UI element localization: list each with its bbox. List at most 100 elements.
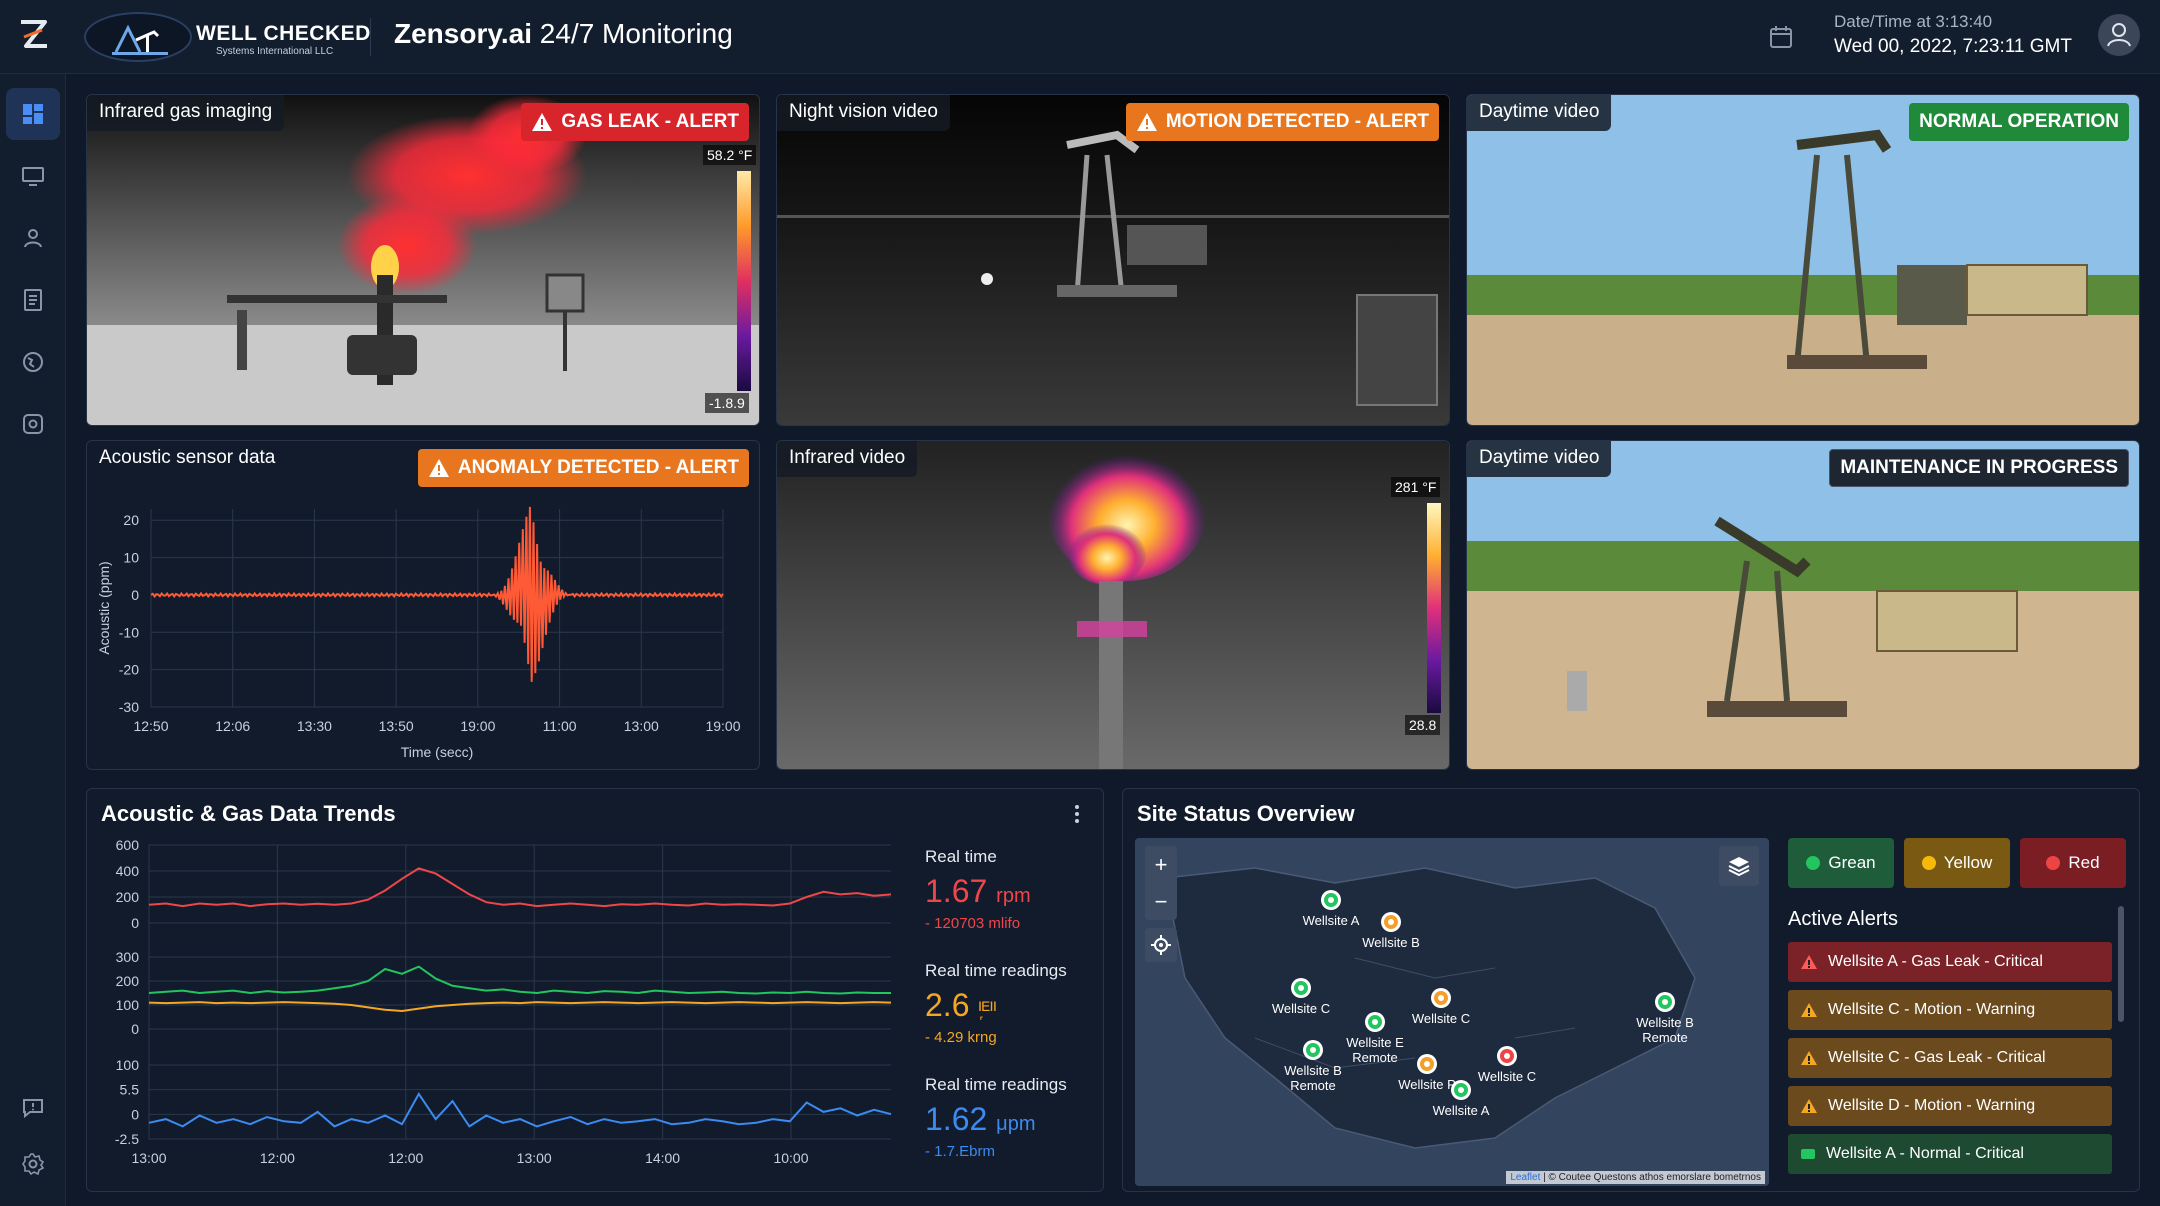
- alert-text: Wellsite C - Gas Leak - Critical: [1828, 1049, 2046, 1066]
- maintenance-badge[interactable]: MAINTENANCE IN PROGRESS: [1829, 449, 2129, 487]
- user-avatar[interactable]: [2098, 14, 2140, 56]
- map-pin[interactable]: [1364, 1011, 1386, 1033]
- layers-icon: [1728, 857, 1750, 877]
- crosshair-icon: [1151, 935, 1171, 955]
- map-pin[interactable]: [1496, 1045, 1518, 1067]
- alert-row[interactable]: Wellsite D - Motion - Warning: [1788, 1086, 2112, 1126]
- scale-max: 58.2 °F: [703, 145, 757, 165]
- infrared-video-feed: [777, 441, 1449, 769]
- map-pin-label: Wellsite A: [1302, 913, 1360, 928]
- top-header: WELL CHECKED Systems International LLC Z…: [0, 0, 2160, 74]
- zensory-logo-icon[interactable]: [18, 16, 50, 56]
- reading-value-1: 1.67 rpm: [925, 873, 1031, 910]
- camera-infrared-video[interactable]: Infrared video 281 °F 28.8: [776, 440, 1450, 770]
- map-pin[interactable]: [1290, 977, 1312, 999]
- well-checked-logo: WELL CHECKED Systems International LLC: [84, 10, 370, 64]
- acoustic-sensor-panel: Acoustic sensor data ANOMALY DETECTED - …: [86, 440, 760, 770]
- x-tick-label: 13:30: [297, 718, 332, 734]
- legend-green-button[interactable]: Grean: [1788, 838, 1894, 888]
- legend-red-button[interactable]: Red: [2020, 838, 2126, 888]
- x-tick-label: 12:00: [260, 1150, 295, 1166]
- x-axis-label: Time (secc): [401, 744, 474, 760]
- map-pin[interactable]: [1654, 991, 1676, 1013]
- camera-label: Daytime video: [1467, 441, 1612, 477]
- legend-red-label: Red: [2068, 853, 2100, 872]
- map-pin[interactable]: [1380, 911, 1402, 933]
- zoom-out-button[interactable]: −: [1155, 889, 1168, 915]
- camera-label: Infrared gas imaging: [87, 95, 285, 131]
- map-pin-icon: [1303, 1040, 1323, 1060]
- x-tick-label: 13:00: [517, 1150, 552, 1166]
- trend-series-line: [148, 867, 892, 908]
- alert-row[interactable]: Wellsite A - Gas Leak - Critical: [1788, 942, 2112, 982]
- badge-text: ANOMALY DETECTED - ALERT: [457, 457, 739, 478]
- y-tick-label: 0: [131, 1106, 139, 1122]
- sidebar-item-settings[interactable]: [6, 1138, 60, 1190]
- zoom-in-button[interactable]: +: [1155, 852, 1168, 878]
- reading-number-3: 1.62: [925, 1101, 988, 1137]
- scale-min: 28.8: [1405, 715, 1441, 735]
- anomaly-alert-badge[interactable]: ANOMALY DETECTED - ALERT: [417, 449, 749, 487]
- camera-label: Night vision video: [777, 95, 950, 131]
- status-ok-icon: [1801, 1149, 1815, 1159]
- map-pin[interactable]: [1416, 1053, 1438, 1075]
- map-pin-icon: [1291, 978, 1311, 998]
- sidebar-item-dashboard[interactable]: [6, 88, 60, 140]
- map-locate-button[interactable]: [1145, 928, 1177, 962]
- alert-row[interactable]: Wellsite C - Motion - Warning: [1788, 990, 2112, 1030]
- reading-number-2: 2.6: [925, 987, 970, 1023]
- map-pin[interactable]: [1320, 889, 1342, 911]
- sidebar-item-globe[interactable]: [6, 336, 60, 388]
- attribution-link[interactable]: Leaflet: [1510, 1172, 1540, 1183]
- reading-label-3: Real time readings: [925, 1075, 1067, 1094]
- sidebar-item-config[interactable]: [6, 398, 60, 450]
- infrared-gas-feed: [87, 95, 759, 425]
- map-layers-button[interactable]: [1719, 846, 1759, 886]
- trends-panel: Acoustic & Gas Data Trends 13:00 12:00 12:…: [86, 788, 1104, 1192]
- map-pin[interactable]: [1450, 1079, 1472, 1101]
- document-icon: [24, 289, 42, 311]
- sidebar: [0, 74, 66, 1206]
- map-pin-label: Wellsite A: [1432, 1103, 1490, 1118]
- gas-leak-alert-badge[interactable]: GAS LEAK - ALERT: [521, 103, 749, 141]
- camera-daytime-2[interactable]: Daytime video MAINTENANCE IN PROGRESS: [1466, 440, 2140, 770]
- alert-text: Wellsite D - Motion - Warning: [1828, 1097, 2036, 1114]
- camera-night-vision[interactable]: Night vision video MOTION DETECTED - ALE…: [776, 94, 1450, 426]
- alert-row[interactable]: Wellsite A - Normal - Critical: [1788, 1134, 2112, 1174]
- site-map[interactable]: + − Wellsite A Wellsite B Wellsite C Wellsi…: [1135, 838, 1769, 1186]
- map-pin-icon: [1655, 992, 1675, 1012]
- map-pin-label: Wellsite B Remote: [1636, 1015, 1694, 1045]
- map-pin[interactable]: [1302, 1039, 1324, 1061]
- sidebar-item-users[interactable]: [6, 212, 60, 264]
- camera-infrared-gas[interactable]: Infrared gas imaging GAS LEAK - ALERT 58…: [86, 94, 760, 426]
- alert-row[interactable]: Wellsite C - Gas Leak - Critical: [1788, 1038, 2112, 1078]
- more-vertical-icon[interactable]: [1071, 803, 1083, 825]
- trend-series-line: [148, 1001, 892, 1013]
- user-icon: [24, 229, 42, 248]
- y-tick-label: 300: [116, 949, 140, 965]
- x-tick-label: 12:00: [388, 1150, 423, 1166]
- y-tick-label: 20: [123, 512, 139, 528]
- map-pin[interactable]: [1430, 987, 1452, 1009]
- sidebar-item-monitor[interactable]: [6, 150, 60, 202]
- map-zoom-control: + −: [1145, 846, 1177, 920]
- y-tick-label: -30: [119, 699, 139, 715]
- y-tick-label: 0: [131, 1021, 139, 1037]
- sidebar-item-reports[interactable]: [6, 274, 60, 326]
- reading-unit-1: rpm: [996, 885, 1031, 907]
- header-divider: [370, 18, 371, 56]
- map-pin-icon: [1451, 1080, 1471, 1100]
- reading-number-1: 1.67: [925, 873, 988, 909]
- map-pin-icon: [1365, 1012, 1385, 1032]
- app-title: Zensory.ai 24/7 Monitoring: [394, 18, 733, 50]
- legend-yellow-button[interactable]: Yellow: [1904, 838, 2010, 888]
- reading-value-3: 1.62 μpm: [925, 1101, 1035, 1138]
- calendar-icon[interactable]: [1768, 24, 1794, 50]
- normal-operation-badge[interactable]: NORMAL OPERATION: [1909, 103, 2129, 141]
- x-tick-label: 13:00: [131, 1150, 166, 1166]
- camera-daytime-1[interactable]: Daytime video NORMAL OPERATION: [1466, 94, 2140, 426]
- brand-subtitle: Systems International LLC: [216, 46, 334, 57]
- sidebar-item-feedback[interactable]: [6, 1082, 60, 1134]
- motion-alert-badge[interactable]: MOTION DETECTED - ALERT: [1125, 103, 1439, 141]
- alerts-scrollbar[interactable]: [2118, 906, 2124, 1022]
